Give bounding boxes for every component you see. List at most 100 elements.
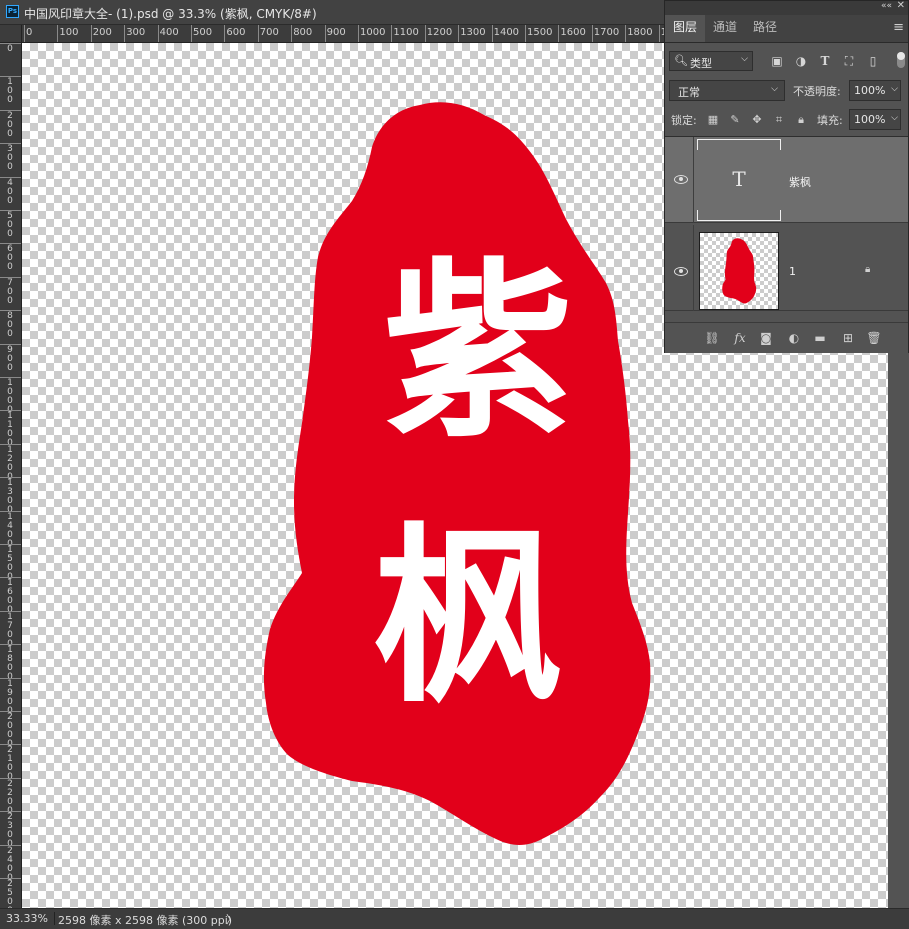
opacity-value: 100% bbox=[854, 84, 886, 97]
chevron-down-icon: ⌵ bbox=[741, 54, 748, 64]
lock-label: 锁定: bbox=[671, 114, 697, 127]
chevron-down-icon[interactable]: ⌵ bbox=[891, 113, 898, 123]
tab-channels[interactable]: 通道 bbox=[705, 15, 745, 42]
layer-name[interactable]: 1 bbox=[789, 265, 796, 278]
blend-mode-select[interactable]: 正常 ⌵ bbox=[669, 80, 785, 101]
ruler-tick bbox=[24, 25, 25, 42]
text-layer-thumbnail: T bbox=[697, 139, 781, 221]
document-info[interactable]: 2598 像素 x 2598 像素 (300 ppi) bbox=[58, 912, 232, 928]
layer-style-fx-icon[interactable]: fx bbox=[731, 329, 749, 347]
new-layer-icon[interactable]: ⊞ bbox=[839, 329, 857, 347]
ruler-label: 1600 bbox=[560, 27, 586, 38]
ruler-label: 700 bbox=[7, 277, 13, 306]
layers-panel: «« ✕ 图层 通道 路径 ≡ 🔍︎ 类型 ⌵ ▣ ◑ T ⛶ ▯ 正常 ⌵ 不… bbox=[664, 0, 909, 353]
ruler-label: 1200 bbox=[426, 27, 453, 38]
ruler-label: 300 bbox=[7, 144, 13, 173]
image-layer-thumbnail bbox=[699, 232, 779, 310]
lock-position-icon[interactable]: ✥ bbox=[749, 112, 765, 128]
layer-lock-icon: 🔒︎ bbox=[865, 264, 871, 275]
filter-adjustment-icon[interactable]: ◑ bbox=[793, 53, 809, 69]
lock-all-icon[interactable]: 🔒︎ bbox=[793, 112, 809, 128]
ruler-label: 1000 bbox=[360, 27, 386, 38]
ruler-label: 500 bbox=[7, 211, 13, 239]
panel-menu-icon[interactable]: ≡ bbox=[893, 20, 904, 35]
ruler-label: 200 bbox=[7, 110, 13, 139]
ruler-label: 400 bbox=[159, 27, 179, 38]
opacity-label: 不透明度: bbox=[793, 85, 841, 98]
tab-layers[interactable]: 图层 bbox=[665, 15, 706, 42]
ruler-label: 900 bbox=[326, 27, 346, 38]
fill-label: 填充: bbox=[817, 114, 843, 127]
ruler-tick bbox=[525, 25, 526, 42]
filter-smart-object-icon[interactable]: ▯ bbox=[865, 53, 881, 69]
ruler-label: 2500 bbox=[7, 879, 13, 909]
fill-field[interactable]: 100% ⌵ bbox=[849, 109, 901, 130]
filter-toggle-switch[interactable] bbox=[897, 52, 905, 68]
lock-image-pixels-icon[interactable]: ✎ bbox=[727, 112, 743, 128]
blend-mode-label: 正常 bbox=[678, 86, 700, 99]
ruler-label: 300 bbox=[126, 27, 146, 38]
ruler-tick bbox=[90, 25, 92, 42]
lock-transparent-pixels-icon[interactable]: ▦ bbox=[705, 112, 721, 128]
add-mask-icon[interactable]: ◙ bbox=[757, 329, 775, 347]
ruler-tick bbox=[257, 25, 259, 42]
panel-footer-toolbar: ⛓ fx ◙ ◐ ▬ ⊞ 🗑︎ bbox=[665, 322, 908, 353]
ruler-label: 1300 bbox=[460, 27, 486, 38]
visibility-eye-icon[interactable] bbox=[673, 173, 689, 185]
search-icon: 🔍︎ bbox=[674, 54, 688, 67]
collapse-panel-icon[interactable]: «« bbox=[881, 1, 892, 11]
chevron-down-icon: ⌵ bbox=[771, 84, 778, 94]
seal-character-1: 紫 bbox=[383, 240, 573, 463]
visibility-eye-icon[interactable] bbox=[673, 265, 689, 277]
layer-name[interactable]: 紫枫 bbox=[789, 174, 811, 190]
tab-paths[interactable]: 路径 bbox=[745, 15, 785, 42]
layer-row-image[interactable]: 1 🔒︎ bbox=[665, 225, 908, 311]
link-layers-icon[interactable]: ⛓ bbox=[703, 329, 721, 347]
ruler-tick bbox=[191, 25, 192, 42]
ruler-tick bbox=[224, 25, 226, 42]
ruler-label: 700 bbox=[259, 27, 279, 38]
ruler-tick bbox=[124, 25, 126, 42]
chevron-down-icon[interactable]: ⌵ bbox=[891, 84, 898, 94]
layer-filter-select[interactable]: 🔍︎ 类型 ⌵ bbox=[669, 51, 753, 71]
document-tab-title[interactable]: 中国风印章大全- (1).psd @ 33.3% (紫枫, CMYK/8#) bbox=[24, 5, 317, 22]
ruler-label: 0 bbox=[26, 27, 33, 38]
layers-list: T 紫枫 1 🔒︎ bbox=[665, 136, 908, 322]
panel-header: «« ✕ bbox=[665, 0, 908, 15]
filter-shape-icon[interactable]: ⛶ bbox=[841, 53, 857, 69]
filter-label: 类型 bbox=[690, 57, 712, 70]
ruler-label: 800 bbox=[7, 311, 13, 340]
close-panel-icon[interactable]: ✕ bbox=[897, 0, 905, 11]
ruler-tick bbox=[625, 25, 627, 42]
type-layer-icon: T bbox=[732, 167, 746, 191]
ruler-label: 500 bbox=[193, 27, 213, 38]
ruler-label: 0 bbox=[7, 44, 13, 54]
status-menu-arrow-icon[interactable]: 〉 bbox=[226, 911, 237, 927]
seal-character-2: 枫 bbox=[373, 505, 563, 728]
ruler-label: 600 bbox=[226, 27, 246, 38]
filter-type-icon[interactable]: T bbox=[817, 53, 833, 69]
layer-row-text[interactable]: T 紫枫 bbox=[665, 137, 908, 223]
delete-layer-trash-icon[interactable]: 🗑︎ bbox=[865, 329, 883, 347]
opacity-field[interactable]: 100% ⌵ bbox=[849, 80, 901, 101]
ruler-tick bbox=[458, 25, 460, 42]
ruler-tick bbox=[291, 25, 293, 42]
ruler-origin[interactable] bbox=[0, 25, 22, 43]
filter-pixel-icon[interactable]: ▣ bbox=[769, 53, 785, 69]
ruler-label: 1500 bbox=[527, 27, 553, 38]
ruler-tick bbox=[57, 25, 59, 42]
seal-stone-shape bbox=[263, 102, 651, 845]
ruler-label: 1100 bbox=[393, 27, 419, 38]
fill-value: 100% bbox=[854, 113, 886, 126]
new-adjustment-layer-icon[interactable]: ◐ bbox=[785, 329, 803, 347]
zoom-level[interactable]: 33.33% bbox=[6, 912, 55, 925]
ruler-tick bbox=[658, 25, 660, 42]
new-group-folder-icon[interactable]: ▬ bbox=[811, 329, 829, 347]
panel-tabs: 图层 通道 路径 ≡ bbox=[665, 15, 908, 43]
ruler-tick bbox=[358, 25, 359, 42]
vertical-ruler[interactable]: 0100200300400500600700800900100011001200… bbox=[0, 43, 22, 908]
ruler-label: 200 bbox=[92, 27, 112, 38]
lock-artboard-icon[interactable]: ⌗ bbox=[771, 112, 787, 128]
ruler-label: 1800 bbox=[627, 27, 653, 38]
layer-filter-row: 🔍︎ 类型 ⌵ ▣ ◑ T ⛶ ▯ bbox=[669, 50, 905, 74]
